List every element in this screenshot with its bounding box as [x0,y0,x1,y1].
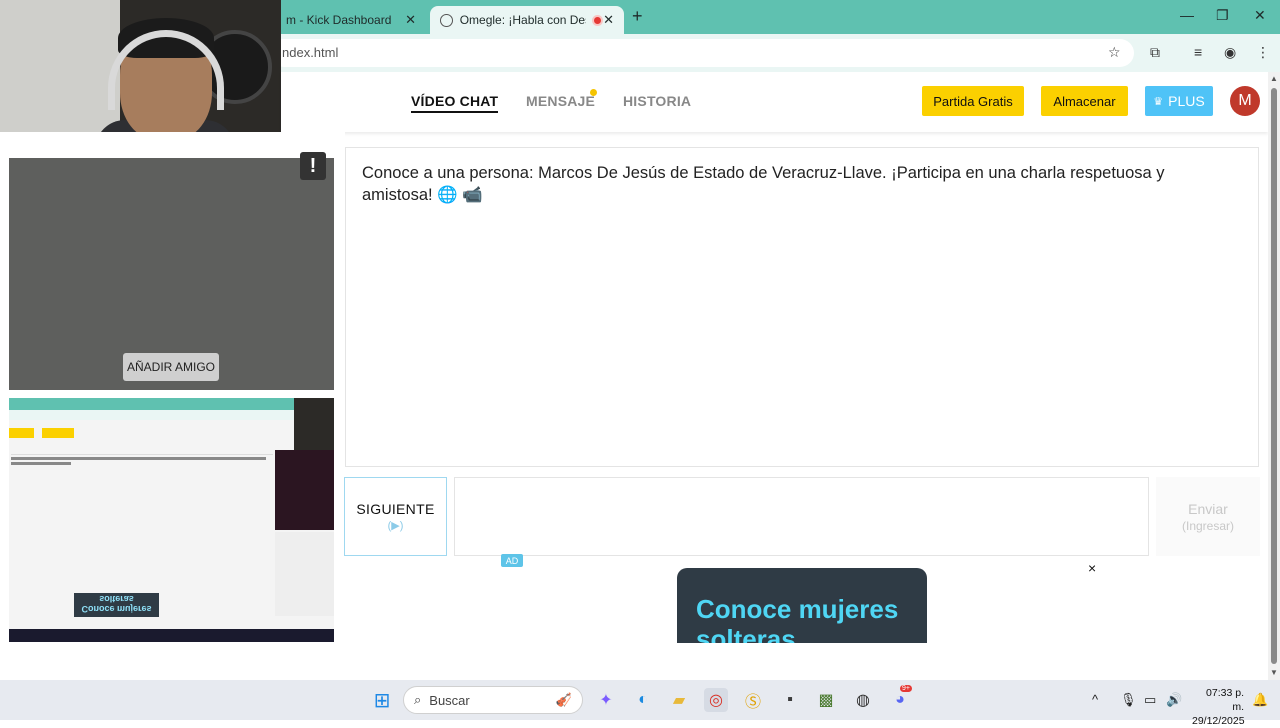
mirror-remote-video [275,450,334,530]
next-button[interactable]: SIGUIENTE (▶) [344,477,447,556]
mirror-sidebar [275,532,334,616]
scrollbar[interactable]: ▲ ▼ [1268,72,1280,680]
chrome-icon[interactable]: ◎ [704,688,728,712]
file-explorer-icon[interactable]: ▰ [667,688,691,712]
avatar[interactable]: M [1230,86,1260,116]
menu-icon[interactable]: ⋮ [1256,44,1270,61]
edge-icon[interactable]: ◐ [631,688,655,712]
taskbar-search[interactable]: ⌕ Buscar 🎻 [403,686,583,714]
star-icon[interactable]: ☆ [1108,44,1121,61]
store-button[interactable]: Almacenar [1041,86,1128,116]
app-dark-icon[interactable]: ▪ [778,688,802,712]
clock-time: 07:33 p. m. [1206,687,1244,713]
address-bar[interactable]: ndex.html [270,39,1134,67]
crown-icon: ♛ [1153,95,1164,108]
profile-icon[interactable]: ◉ [1224,44,1236,61]
scrollbar-thumb[interactable] [1271,88,1277,664]
copilot-icon[interactable]: ✦ [594,688,618,712]
nav-mensaje[interactable]: MENSAJE [526,93,595,109]
microphone-icon[interactable]: 🎙 [1120,692,1137,708]
mirror-toolbar [9,410,299,420]
nav-historia[interactable]: HISTORIA [623,93,691,109]
url-text: ndex.html [282,45,339,60]
send-label: Enviar [1188,500,1228,517]
next-hint: (▶) [387,520,404,532]
nav-video-chat[interactable]: VÍDEO CHAT [411,93,499,113]
close-icon[interactable]: × [1088,560,1096,576]
notification-icon[interactable]: 🔔 [1252,692,1268,708]
plus-button[interactable]: ♛ PLUS [1145,86,1213,116]
tab-kick-dashboard[interactable]: m - Kick Dashboard ✕ [276,6,426,34]
mirror-tab-strip [9,398,334,410]
message-input[interactable] [454,477,1149,556]
free-match-button[interactable]: Partida Gratis [922,86,1024,116]
volume-icon[interactable]: 🔊 [1166,692,1182,708]
ad-badge: AD [501,554,523,567]
violin-icon: 🎻 [555,692,572,707]
send-hint: (Ingresar) [1181,518,1234,533]
mirror-button [42,428,74,438]
media-icon[interactable]: ≡ [1194,44,1202,60]
obs-icon[interactable]: ◍ [851,688,875,712]
next-label: SIGUIENTE [356,501,435,517]
restore-icon[interactable]: ❐ [1216,7,1229,24]
minimize-icon[interactable]: — [1180,7,1194,23]
globe-icon [440,13,453,27]
clock[interactable]: 07:33 p. m. 29/12/2025 [1192,686,1245,728]
mirror-text-line [11,457,266,460]
extensions-icon[interactable]: ⧉ [1150,44,1160,61]
ad-banner[interactable]: Conoce mujeres solteras [677,568,927,643]
mirror-chat [11,454,273,472]
os-taskbar: ⊞ ⌕ Buscar 🎻 ✦ ◐ ▰ ◎ Ⓢ ▪ ▩ ◍ ◕ 9+ ^ 🎙 ▭ … [0,680,1280,727]
close-window-icon[interactable]: ✕ [1254,7,1266,24]
clock-date: 29/12/2025 [1192,715,1245,727]
app-s-icon[interactable]: Ⓢ [741,688,765,712]
minecraft-icon[interactable]: ▩ [814,688,838,712]
notification-badge: 9+ [900,685,912,692]
system-message: Conoce a una persona: Marcos De Jesús de… [362,164,1165,204]
mirror-button [9,428,34,438]
mirror-taskbar [9,629,334,642]
self-video: Conoce mujeres solteras [9,398,334,642]
search-placeholder: Buscar [429,692,470,708]
tab-title: Omegle: ¡Habla con Desco [459,13,587,27]
scroll-down-icon[interactable]: ▼ [1270,668,1278,677]
tab-omegle[interactable]: Omegle: ¡Habla con Desco ✕ [430,6,624,34]
search-icon: ⌕ [414,692,422,707]
send-button[interactable]: Enviar (Ingresar) [1156,477,1260,556]
scroll-up-icon[interactable]: ▲ [1270,74,1278,83]
report-button[interactable]: ! [300,152,326,180]
close-icon[interactable]: ✕ [603,12,614,28]
windows-start-icon[interactable]: ⊞ [370,688,394,712]
chevron-up-icon[interactable]: ^ [1092,692,1098,707]
ad-text: Conoce mujeres solteras [696,594,899,643]
tab-title: m - Kick Dashboard [286,13,392,27]
notification-dot [590,89,597,96]
add-friend-button[interactable]: AÑADIR AMIGO [123,353,219,381]
mirror-buttons [9,428,129,438]
mirror-ad: Conoce mujeres solteras [74,593,159,617]
network-icon[interactable]: ▭ [1144,692,1156,708]
plus-label: PLUS [1168,93,1205,109]
chat-log: Conoce a una persona: Marcos De Jesús de… [345,147,1259,467]
close-icon[interactable]: ✕ [405,12,416,28]
mirror-webcam [294,398,334,450]
page-bottom [0,643,1268,680]
mirror-text-line [11,462,71,465]
plus-icon[interactable]: + [632,6,643,27]
recording-icon [592,14,604,26]
